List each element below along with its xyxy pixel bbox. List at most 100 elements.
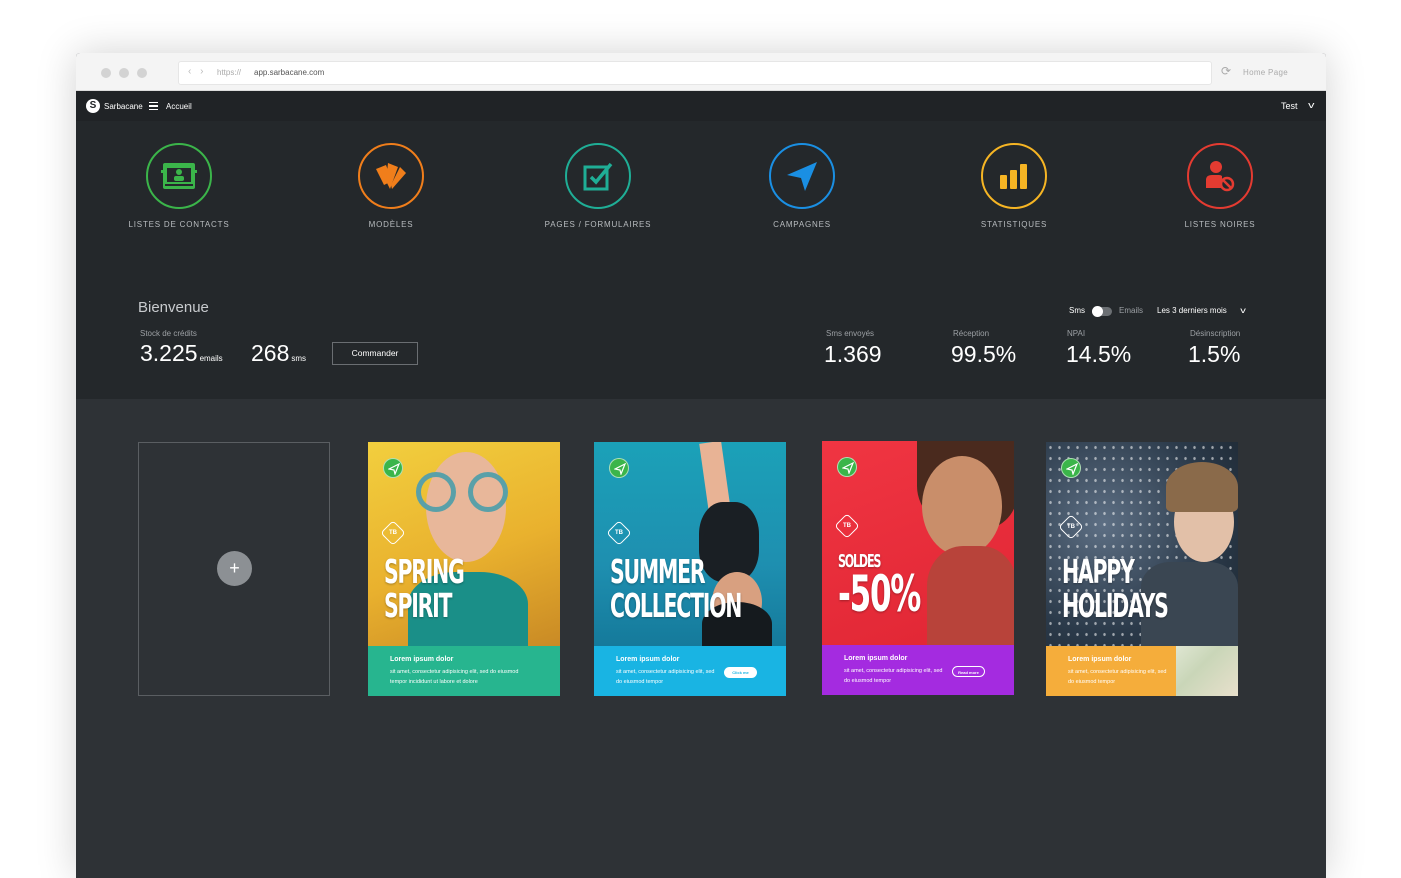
template-model: [922, 456, 1002, 556]
url-host: app.sarbacane.com: [254, 68, 325, 77]
template-cta-button[interactable]: Read more: [952, 666, 985, 677]
welcome-title: Bienvenue: [138, 299, 209, 316]
contacts-icon: [146, 143, 212, 209]
toggle-emails-label: Emails: [1119, 306, 1144, 315]
tb-logo-text: TB: [1067, 524, 1075, 530]
chevron-down-icon[interactable]: v: [1308, 100, 1314, 110]
template-headline: SPRING SPIRIT: [384, 552, 465, 625]
template-band: Lorem ipsum dolor sit amet, consectetur …: [594, 646, 786, 696]
module-pages-formulaires[interactable]: PAGES / FORMULAIRES: [518, 143, 678, 229]
band-title: Lorem ipsum dolor: [1068, 656, 1132, 663]
paper-plane-icon: [383, 458, 403, 478]
email-credits: 3.225 emails: [140, 340, 223, 367]
stat-label: Désinscription: [1190, 329, 1241, 338]
module-statistiques[interactable]: STATISTIQUES: [934, 143, 1094, 229]
sms-credits: 268 sms: [251, 340, 306, 367]
band-text: sit amet, consectetur adipisicing elit, …: [844, 668, 943, 684]
headline-line2: COLLECTION: [610, 586, 742, 625]
paper-plane-icon: [609, 458, 629, 478]
blacklist-icon: [1187, 143, 1253, 209]
commander-button[interactable]: Commander: [332, 342, 418, 365]
bar-chart-icon: [981, 143, 1047, 209]
forms-icon: [565, 143, 631, 209]
url-protocol: https://: [217, 68, 242, 77]
nav-accueil[interactable]: Accueil: [166, 102, 192, 111]
module-label: STATISTIQUES: [980, 220, 1048, 229]
template-band: Lorem ipsum dolor sit amet, consectetur …: [822, 645, 1014, 695]
module-label: LISTES NOIRES: [1184, 220, 1256, 229]
stat-value: 99.5%: [951, 341, 1017, 367]
band-text: sit amet, consectetur adipisicing elit, …: [1068, 669, 1167, 685]
band-title: Lorem ipsum dolor: [844, 655, 908, 662]
paper-plane-icon: [837, 457, 857, 477]
credits-label: Stock de crédits: [140, 329, 197, 338]
template-card[interactable]: TB SPRING SPIRIT Lorem ipsum dolor sit a…: [368, 442, 560, 696]
band-text: sit amet, consectetur adipisicing elit, …: [390, 669, 519, 685]
window-maximize-dot[interactable]: [137, 68, 147, 78]
stat-label: NPAI: [1067, 329, 1086, 338]
user-menu[interactable]: Test: [1281, 101, 1298, 111]
tb-logo-text: TB: [843, 523, 851, 529]
module-campagnes[interactable]: CAMPAGNES: [722, 143, 882, 229]
email-credits-value: 3.225: [140, 340, 198, 366]
template-cta-button[interactable]: Click me: [724, 667, 757, 678]
plus-icon[interactable]: +: [217, 551, 252, 586]
welcome-panel: Bienvenue Stock de crédits 3.225 emails 2…: [76, 266, 1326, 399]
template-headline: SUMMER COLLECTION: [610, 552, 742, 625]
headline-line1: SPRING: [384, 552, 465, 591]
tb-logo-text: TB: [615, 530, 623, 536]
window-minimize-dot[interactable]: [119, 68, 129, 78]
band-title: Lorem ipsum dolor: [616, 656, 680, 663]
module-label: CAMPAGNES: [773, 220, 831, 229]
toggle-knob: [1092, 306, 1103, 317]
sms-credits-unit: sms: [291, 354, 307, 363]
email-credits-unit: emails: [199, 354, 223, 363]
headline-line1: HAPPY: [1062, 552, 1135, 591]
band-title: Lorem ipsum dolor: [390, 656, 454, 663]
sms-credits-value: 268: [251, 340, 290, 366]
headline-line2: HOLIDAYS: [1062, 586, 1169, 625]
band-text: sit amet, consectetur adipisicing elit, …: [616, 669, 715, 685]
headline-line2: SPIRIT: [384, 586, 452, 625]
window-close-dot[interactable]: [101, 68, 111, 78]
module-label: PAGES / FORMULAIRES: [544, 220, 652, 229]
template-card[interactable]: TB SUMMER COLLECTION Lorem ipsum dolor s…: [594, 442, 786, 696]
browser-chrome: ‹ › https:// app.sarbacane.com ⟳ Home Pa…: [76, 53, 1326, 91]
stat-label: Sms envoyés: [826, 329, 875, 338]
sunglasses-shape: [416, 472, 456, 512]
stat-value: 1.369: [824, 341, 882, 367]
app-topbar: S Sarbacane Accueil Test v: [76, 91, 1326, 121]
modules-bar: LISTES DE CONTACTS MODÈLES PAGES / FORMU…: [76, 121, 1326, 266]
sarbacane-logo-icon[interactable]: S: [86, 99, 100, 113]
module-listes-de-contacts[interactable]: LISTES DE CONTACTS: [99, 143, 259, 229]
stat-label: Réception: [953, 329, 990, 338]
templates-area: + TB SPRING SPIRIT Lorem ipsum dolor sit…: [76, 399, 1326, 878]
sunglasses-shape: [468, 472, 508, 512]
back-forward-icon[interactable]: ‹ ›: [188, 66, 206, 77]
menu-icon[interactable]: [149, 102, 158, 110]
stat-value: 14.5%: [1066, 341, 1132, 367]
stat-value: 1.5%: [1188, 341, 1241, 367]
template-card[interactable]: TB HAPPY HOLIDAYS Lorem ipsum dolor sit …: [1046, 442, 1238, 696]
address-bar[interactable]: ‹ › https:// app.sarbacane.com: [178, 61, 1212, 85]
template-headline-line2: -50%: [838, 565, 921, 623]
tb-logo-text: TB: [389, 530, 397, 536]
map-thumbnail: [1176, 646, 1238, 696]
template-card[interactable]: TB SOLDES -50% Lorem ipsum dolor sit ame…: [822, 441, 1014, 695]
sms-emails-toggle[interactable]: [1092, 306, 1112, 317]
template-headline: HAPPY HOLIDAYS: [1062, 552, 1169, 625]
browser-window: ‹ › https:// app.sarbacane.com ⟳ Home Pa…: [76, 53, 1326, 878]
brand-name[interactable]: Sarbacane: [104, 102, 143, 111]
paper-plane-icon: [1061, 458, 1081, 478]
home-page-link[interactable]: Home Page: [1243, 68, 1288, 77]
chevron-down-icon[interactable]: v: [1240, 306, 1246, 315]
new-campaign-card[interactable]: +: [138, 442, 330, 696]
template-outfit: [927, 546, 1014, 646]
module-modeles[interactable]: MODÈLES: [311, 143, 471, 229]
period-select[interactable]: Les 3 derniers mois: [1157, 306, 1227, 315]
reload-icon[interactable]: ⟳: [1221, 64, 1231, 78]
templates-icon: [358, 143, 424, 209]
headline-line1: SUMMER: [610, 552, 706, 591]
module-listes-noires[interactable]: LISTES NOIRES: [1140, 143, 1300, 229]
paper-plane-icon: [769, 143, 835, 209]
